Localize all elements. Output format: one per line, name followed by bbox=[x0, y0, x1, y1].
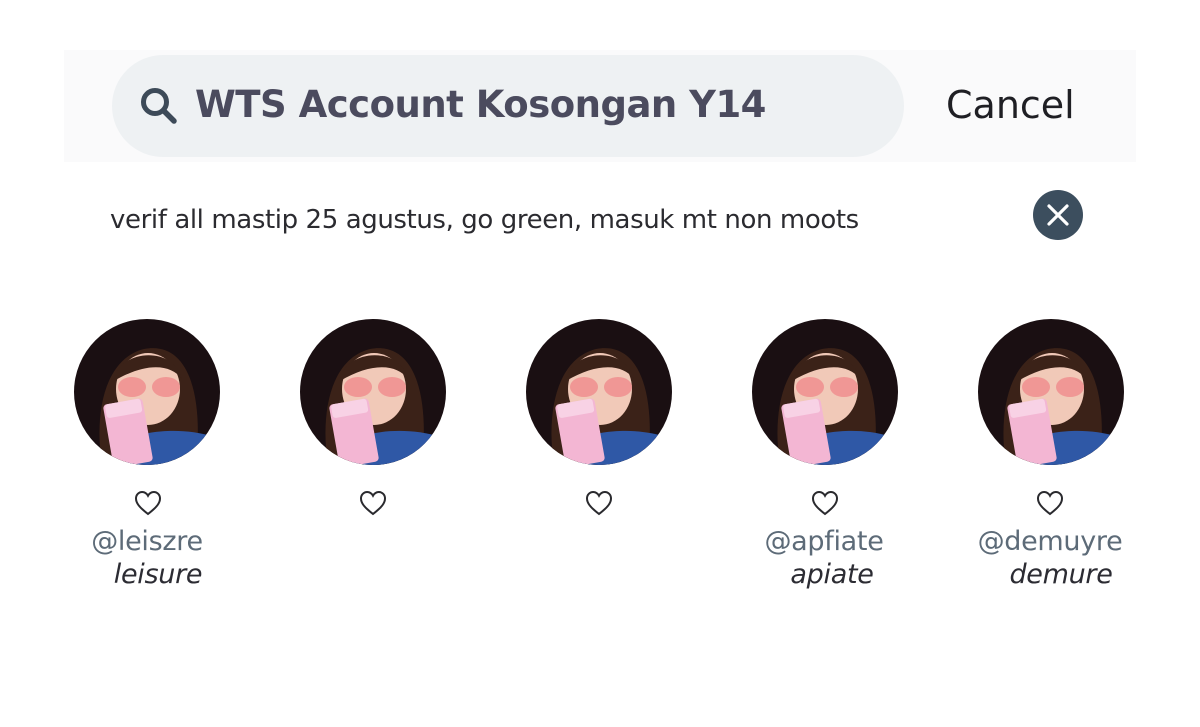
avatar[interactable] bbox=[74, 319, 220, 465]
search-icon bbox=[141, 88, 177, 124]
close-icon bbox=[1047, 204, 1069, 226]
avatar[interactable] bbox=[300, 319, 446, 465]
clear-button[interactable] bbox=[1033, 190, 1083, 240]
heart-icon[interactable] bbox=[133, 488, 163, 518]
search-description: verif all mastip 25 agustus, go green, m… bbox=[110, 205, 859, 235]
heart-icon[interactable] bbox=[810, 488, 840, 518]
account-name: demure bbox=[1009, 559, 1113, 590]
heart-icon[interactable] bbox=[584, 488, 614, 518]
cancel-button[interactable]: Cancel bbox=[946, 82, 1075, 128]
account-name: leisure bbox=[113, 559, 203, 590]
avatar[interactable] bbox=[978, 319, 1124, 465]
heart-icon[interactable] bbox=[1035, 488, 1065, 518]
heart-icon[interactable] bbox=[358, 488, 388, 518]
account-handle[interactable]: @demuyre bbox=[950, 524, 1150, 560]
account-name: apiate bbox=[790, 559, 874, 590]
account-handle[interactable]: @apfiate bbox=[724, 524, 924, 560]
avatar[interactable] bbox=[526, 319, 672, 465]
search-query-text[interactable]: WTS Account Kosongan Y14 bbox=[195, 83, 766, 127]
account-handle[interactable]: @leiszre bbox=[47, 524, 247, 560]
avatar[interactable] bbox=[752, 319, 898, 465]
